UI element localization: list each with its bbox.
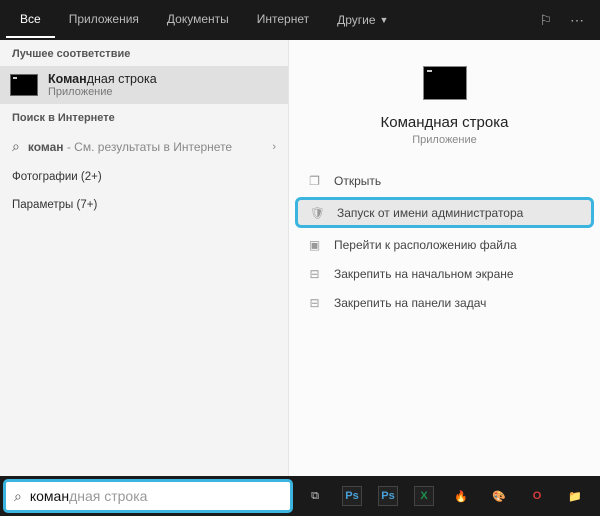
search-icon: ⌕	[12, 138, 20, 155]
shield-icon: 🛡	[310, 205, 325, 220]
chevron-right-icon: ›	[272, 141, 276, 153]
taskbar: ⌕ командная строка ⧉ Ps Ps X 🔥 🎨 O 📁	[0, 476, 600, 516]
task-view-icon[interactable]: ⧉	[304, 485, 326, 507]
taskbar-app-ps1[interactable]: Ps	[342, 486, 362, 506]
section-web-search: Поиск в Интернете	[0, 104, 288, 130]
pin-icon: ⊟	[307, 266, 322, 281]
action-pin-start[interactable]: ⊟Закрепить на начальном экране	[289, 259, 600, 288]
tab-internet[interactable]: Интернет	[243, 2, 323, 38]
pin-icon: ⊟	[307, 295, 322, 310]
action-open-location[interactable]: ▣Перейти к расположению файла	[289, 230, 600, 259]
results-pane: Лучшее соответствие Командная строка При…	[0, 40, 288, 476]
top-tab-bar: Все Приложения Документы Интернет Другие…	[0, 0, 600, 40]
tab-apps[interactable]: Приложения	[55, 2, 153, 38]
result-subtitle: Приложение	[48, 86, 157, 98]
open-icon: ❐	[307, 173, 322, 188]
preview-subtitle: Приложение	[299, 134, 590, 146]
section-best-match: Лучшее соответствие	[0, 40, 288, 66]
more-icon[interactable]: ⋯	[570, 12, 584, 29]
chevron-down-icon: ▼	[380, 15, 389, 25]
taskbar-app-ps2[interactable]: Ps	[378, 486, 398, 506]
result-title: Командная строка	[48, 72, 157, 86]
tab-more[interactable]: Другие▼	[323, 2, 402, 38]
tab-all[interactable]: Все	[6, 2, 55, 38]
taskbar-app-excel[interactable]: X	[414, 486, 434, 506]
category-photos[interactable]: Фотографии (2+)	[0, 163, 288, 191]
taskbar-app-opera[interactable]: O	[526, 485, 548, 507]
category-parameters[interactable]: Параметры (7+)	[0, 191, 288, 219]
cmd-icon	[10, 74, 38, 96]
result-best-cmd[interactable]: Командная строка Приложение	[0, 66, 288, 104]
preview-title: Командная строка	[299, 114, 590, 131]
preview-pane: Командная строка Приложение ❐Открыть 🛡За…	[288, 40, 600, 476]
action-open[interactable]: ❐Открыть	[289, 166, 600, 195]
taskbar-search-box[interactable]: ⌕ командная строка	[3, 479, 293, 513]
web-search-item[interactable]: ⌕ коман - См. результаты в Интернете ›	[0, 130, 288, 163]
feedback-icon[interactable]: ⚐	[539, 12, 552, 29]
taskbar-app-explorer[interactable]: 📁	[564, 485, 586, 507]
web-query: коман - См. результаты в Интернете	[28, 140, 232, 154]
folder-icon: ▣	[307, 237, 322, 252]
preview-app-icon	[423, 66, 467, 100]
taskbar-app-paint[interactable]: 🎨	[488, 485, 510, 507]
search-icon: ⌕	[14, 488, 22, 505]
action-run-as-admin[interactable]: 🛡Запуск от имени администратора	[295, 197, 594, 228]
tab-documents[interactable]: Документы	[153, 2, 243, 38]
action-pin-taskbar[interactable]: ⊟Закрепить на панели задач	[289, 288, 600, 317]
taskbar-app-flame[interactable]: 🔥	[450, 485, 472, 507]
search-input[interactable]: командная строка	[30, 488, 148, 504]
